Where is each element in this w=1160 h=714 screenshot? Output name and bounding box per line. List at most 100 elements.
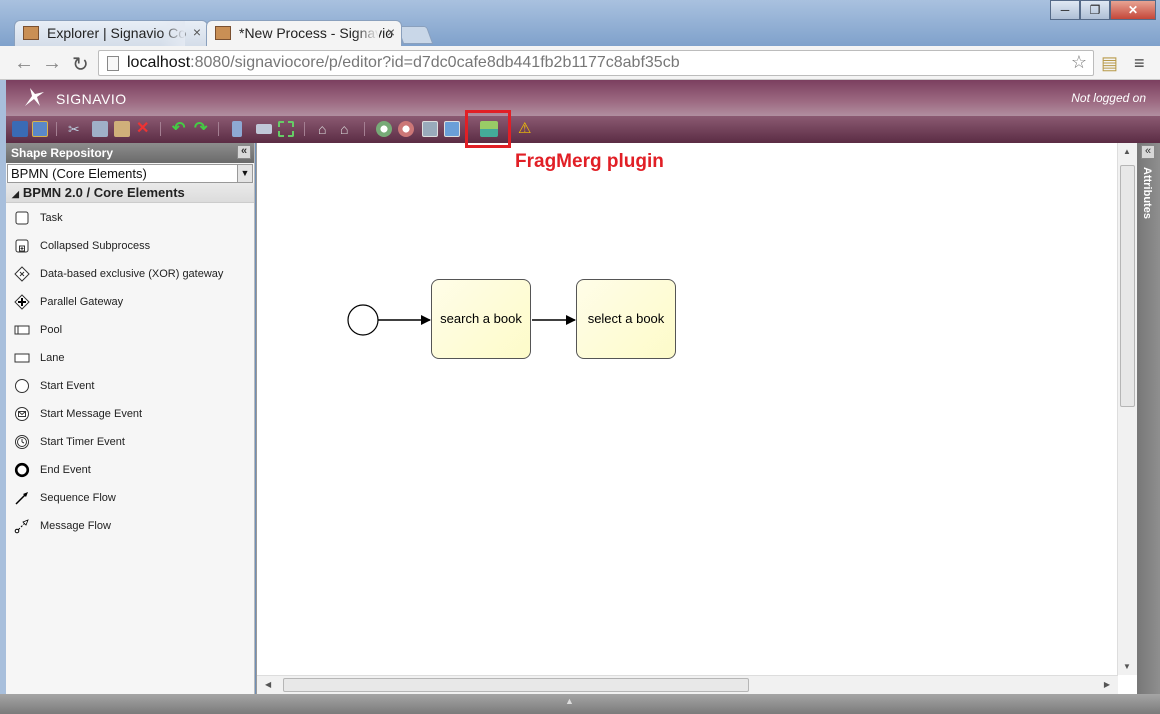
- delete-icon[interactable]: ✕: [136, 121, 152, 137]
- parallel-gateway-icon: [14, 294, 30, 310]
- align-horizontal-icon[interactable]: [256, 124, 272, 134]
- scroll-right-icon[interactable]: ▶: [1104, 680, 1110, 689]
- triangle-down-icon: ◢: [12, 189, 19, 199]
- horizontal-scroll-thumb[interactable]: [283, 678, 749, 692]
- brand-name: SIGNAVIO: [56, 91, 127, 107]
- stencil-label: Parallel Gateway: [40, 296, 124, 308]
- paste-icon[interactable]: [114, 121, 130, 137]
- expand-attributes-button[interactable]: «: [1141, 145, 1155, 159]
- signavio-header: SIGNAVIO Not logged on: [6, 80, 1160, 116]
- toolbar-separator: [364, 122, 365, 136]
- minimize-button[interactable]: ─: [1050, 0, 1080, 20]
- stencil-item-start-timer-event[interactable]: Start Timer Event: [6, 429, 254, 457]
- save-icon[interactable]: [12, 121, 28, 137]
- bottom-panel-bar[interactable]: ▲: [0, 694, 1160, 714]
- maximize-button[interactable]: ❐: [1080, 0, 1110, 20]
- menu-icon[interactable]: ≡: [1134, 53, 1145, 74]
- copy-icon[interactable]: [92, 121, 108, 137]
- close-window-button[interactable]: ✕: [1110, 0, 1156, 20]
- vertical-scrollbar[interactable]: ▲ ▼: [1117, 143, 1137, 675]
- login-status[interactable]: Not logged on: [1071, 91, 1146, 105]
- stencil-item-xor-gateway[interactable]: Data-based exclusive (XOR) gateway: [6, 261, 254, 289]
- align-vertical-icon[interactable]: [232, 121, 242, 137]
- zoom-in-icon[interactable]: [376, 121, 392, 137]
- stencil-item-start-message-event[interactable]: Start Message Event: [6, 401, 254, 429]
- task-search-a-book[interactable]: search a book: [431, 279, 531, 359]
- signavio-favicon-icon: [23, 26, 39, 40]
- start-timer-event-icon: [15, 435, 29, 449]
- tab-explorer[interactable]: Explorer | Signavio Co ×: [14, 20, 208, 46]
- plugin-highlight-box: [465, 110, 511, 148]
- new-tab-button[interactable]: [396, 26, 434, 44]
- scroll-down-icon[interactable]: ▼: [1123, 662, 1131, 671]
- shape-repository-title: Shape Repository: [11, 146, 114, 160]
- shape-repository-header: Shape Repository «: [6, 143, 254, 163]
- address-toolbar: ← → ↻ localhost:8080/signaviocore/p/edit…: [0, 46, 1160, 80]
- stencil-item-message-flow[interactable]: Message Flow: [6, 513, 254, 541]
- sequence-flow-icon: [15, 492, 28, 505]
- bookmark-star-icon[interactable]: ☆: [1071, 52, 1087, 73]
- save-as-icon[interactable]: [32, 121, 48, 137]
- group-icon[interactable]: ⌂: [318, 121, 334, 137]
- collapse-panel-button[interactable]: «: [237, 145, 251, 159]
- lane-icon: [14, 353, 30, 363]
- chevron-down-icon[interactable]: ▼: [237, 165, 252, 182]
- syntax-check-icon[interactable]: ⚠: [518, 121, 534, 137]
- scroll-up-icon[interactable]: ▲: [1123, 147, 1131, 156]
- start-event[interactable]: [347, 304, 379, 336]
- diagram-connections: [347, 304, 576, 336]
- url-input[interactable]: localhost:8080/signaviocore/p/editor?id=…: [98, 50, 1094, 76]
- stencil-label: End Event: [40, 464, 91, 476]
- stencil-label: Start Message Event: [40, 408, 143, 420]
- undo-icon[interactable]: ↶: [172, 121, 188, 137]
- stencil-label: Start Event: [40, 380, 95, 392]
- stencil-label: Message Flow: [40, 520, 111, 532]
- zoom-standard-icon[interactable]: [422, 121, 438, 137]
- diagram-canvas[interactable]: search a book select a book ▲ ▼ ◀ ▶: [256, 143, 1137, 694]
- extension-icon[interactable]: ▤: [1101, 53, 1118, 74]
- expand-up-icon[interactable]: ▲: [565, 696, 574, 706]
- xor-gateway-icon: [14, 266, 30, 282]
- stencil-item-lane[interactable]: Lane: [6, 345, 254, 373]
- signavio-logo-icon: [25, 88, 44, 106]
- horizontal-scrollbar[interactable]: ◀ ▶: [257, 675, 1118, 694]
- subprocess-icon: [15, 239, 29, 253]
- tab-close-icon[interactable]: ×: [387, 24, 395, 40]
- forward-arrow-icon[interactable]: →: [42, 52, 62, 75]
- stencil-label: Pool: [40, 324, 63, 336]
- window-controls: ─ ❐ ✕: [1050, 0, 1156, 22]
- back-arrow-icon[interactable]: ←: [14, 52, 34, 75]
- task-select-a-book[interactable]: select a book: [576, 279, 676, 359]
- tab-close-icon[interactable]: ×: [193, 24, 201, 40]
- stencil-group-header[interactable]: ◢ BPMN 2.0 / Core Elements: [6, 183, 254, 203]
- stencil-item-start-event[interactable]: Start Event: [6, 373, 254, 401]
- vertical-scroll-thumb[interactable]: [1120, 165, 1135, 407]
- end-event-icon: [14, 462, 30, 478]
- stencil-label: Data-based exclusive (XOR) gateway: [40, 268, 224, 280]
- message-flow-icon: [14, 519, 29, 534]
- reload-icon[interactable]: ↻: [72, 52, 89, 77]
- group-title: BPMN 2.0 / Core Elements: [22, 185, 185, 200]
- task-icon: [15, 211, 29, 225]
- stencil-label: Sequence Flow: [40, 492, 116, 504]
- start-message-event-icon: [15, 407, 29, 421]
- stencil-item-pool[interactable]: Pool: [6, 317, 254, 345]
- stencil-item-parallel-gateway[interactable]: Parallel Gateway: [6, 289, 254, 317]
- zoom-fit-icon[interactable]: [444, 121, 460, 137]
- fit-icon[interactable]: [278, 121, 294, 137]
- redo-icon[interactable]: ↷: [194, 121, 210, 137]
- stencil-item-sequence-flow[interactable]: Sequence Flow: [6, 485, 254, 513]
- tab-new-process[interactable]: *New Process - Signavio ×: [206, 20, 402, 46]
- signavio-favicon-icon: [215, 26, 231, 40]
- attributes-panel[interactable]: « Attributes: [1137, 143, 1160, 694]
- zoom-out-icon[interactable]: [398, 121, 414, 137]
- scroll-left-icon[interactable]: ◀: [265, 680, 271, 689]
- stencil-item-collapsed-subprocess[interactable]: Collapsed Subprocess: [6, 233, 254, 261]
- cut-icon[interactable]: ✂: [68, 121, 82, 137]
- stencil-item-task[interactable]: Task: [6, 205, 254, 233]
- stencil-set-select[interactable]: BPMN (Core Elements) ▼: [7, 164, 253, 183]
- ungroup-icon[interactable]: ⌂: [340, 121, 356, 137]
- stencil-item-end-event[interactable]: End Event: [6, 457, 254, 485]
- stencil-label: Task: [40, 212, 63, 224]
- plugin-annotation: FragMerg plugin: [515, 151, 664, 172]
